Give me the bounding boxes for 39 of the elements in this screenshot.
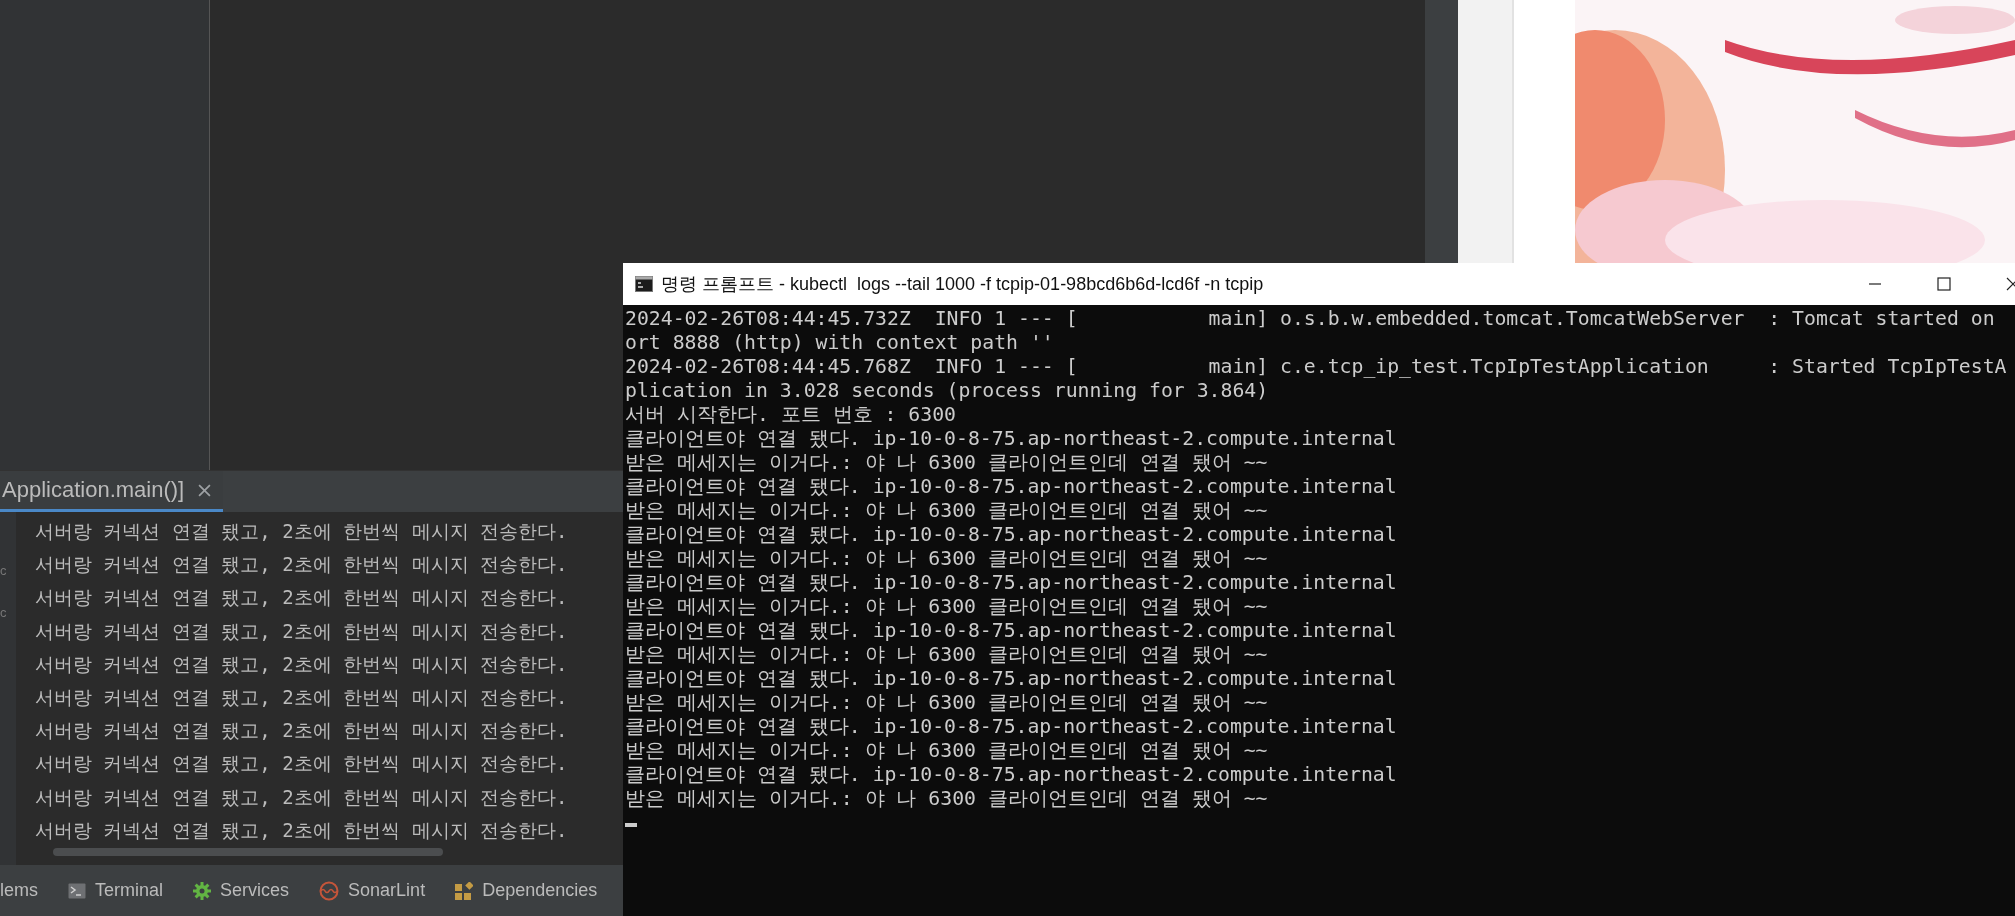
log-line: 2024-02-26T08:44:45.768Z INFO 1 --- [ main] c.e.tcp_ip_test.TcpIpTestApplication : Started TcpIpTestA — [625, 355, 2007, 379]
log-line: plication in 3.028 seconds (process running for 3.864) — [625, 379, 1269, 403]
console-line: 서버랑 커넥션 연결 됐고, 2초에 한번씩 메시지 전송한다. — [35, 817, 568, 843]
log-line: 받은 메세지는 이거다.: 야 나 6300 클라이언트인데 연결 됐어 ~~ — [625, 499, 1268, 523]
console-line: 서버랑 커넥션 연결 됐고, 2초에 한번씩 메시지 전송한다. — [35, 585, 568, 611]
console-line: 서버랑 커넥션 연결 됐고, 2초에 한번씩 메시지 전송한다. — [35, 618, 568, 644]
tool-window-button[interactable]: Terminal — [68, 880, 164, 901]
log-line: 받은 메세지는 이거다.: 야 나 6300 클라이언트인데 연결 됐어 ~~ — [625, 451, 1268, 475]
log-line: 서버 시작한다. 포트 번호 : 6300 — [625, 403, 956, 427]
tool-window-button[interactable]: Dependencies — [455, 880, 598, 901]
log-line: 받은 메세지는 이거다.: 야 나 6300 클라이언트인데 연결 됐어 ~~ — [625, 643, 1268, 667]
log-line: 클라이언트야 연결 됐다. ip-10-0-8-75.ap-northeast-2.compute.internal — [625, 571, 1397, 595]
console-line: 서버랑 커넥션 연결 됐고, 2초에 한번씩 메시지 전송한다. — [35, 651, 568, 677]
log-line: 받은 메세지는 이거다.: 야 나 6300 클라이언트인데 연결 됐어 ~~ — [625, 787, 1268, 811]
log-line: 받은 메세지는 이거다.: 야 나 6300 클라이언트인데 연결 됐어 ~~ — [625, 691, 1268, 715]
log-line: 클라이언트야 연결 됐다. ip-10-0-8-75.ap-northeast-2.compute.internal — [625, 619, 1397, 643]
log-line: 클라이언트야 연결 됐다. ip-10-0-8-75.ap-northeast-2.compute.internal — [625, 475, 1397, 499]
console-line: 서버랑 커넥션 연결 됐고, 2초에 한번씩 메시지 전송한다. — [35, 685, 568, 710]
log-line: 클라이언트야 연결 됐다. ip-10-0-8-75.ap-northeast-2.compute.internal — [625, 763, 1397, 787]
log-line: 2024-02-26T08:44:45.732Z INFO 1 --- [ main] o.s.b.w.embedded.tomcat.TomcatWebServer : Tomcat started on — [625, 307, 1995, 331]
log-line: 받은 메세지는 이거다.: 야 나 6300 클라이언트인데 연결 됐어 ~~ — [625, 547, 1268, 571]
log-line: 받은 메세지는 이거다.: 야 나 6300 클라이언트인데 연결 됐어 ~~ — [625, 739, 1268, 763]
log-line: 받은 메세지는 이거다.: 야 나 6300 클라이언트인데 연결 됐어 ~~ — [625, 595, 1268, 619]
console-line: 서버랑 커넥션 연결 됐고, 2초에 한번씩 메시지 전송한다. — [35, 519, 568, 544]
gutter-mark: c — [0, 604, 8, 622]
log-line: 클라이언트야 연결 됐다. ip-10-0-8-75.ap-northeast-2.compute.internal — [625, 427, 1397, 451]
log-line: 클라이언트야 연결 됐다. ip-10-0-8-75.ap-northeast-2.compute.internal — [625, 667, 1397, 691]
tool-window-button[interactable]: lems — [0, 880, 38, 901]
log-line: 클라이언트야 연결 됐다. ip-10-0-8-75.ap-northeast-2.compute.internal — [625, 715, 1397, 739]
console-line: 서버랑 커넥션 연결 됐고, 2초에 한번씩 메시지 전송한다. — [35, 718, 568, 744]
window-title: 명령 프롬프트 - kubectl logs --tail 1000 -f tcpip-01-98bcd6b6d-lcd6f -n tcpip — [661, 273, 1264, 296]
gutter-mark: c — [0, 562, 8, 580]
console-line: 서버랑 커넥션 연결 됐고, 2초에 한번씩 메시지 전송한다. — [35, 552, 568, 578]
tool-window-button[interactable]: SonarLint — [319, 880, 426, 901]
log-line: 클라이언트야 연결 됐다. ip-10-0-8-75.ap-northeast-2.compute.internal — [625, 523, 1397, 547]
tool-window-button[interactable]: Services — [193, 880, 290, 901]
console-line: 서버랑 커넥션 연결 됐고, 2초에 한번씩 메시지 전송한다. — [35, 751, 568, 777]
log-line: ort 8888 (http) with context path '' — [625, 331, 1054, 355]
console-line: 서버랑 커넥션 연결 됐고, 2초에 한번씩 메시지 전송한다. — [35, 784, 568, 810]
